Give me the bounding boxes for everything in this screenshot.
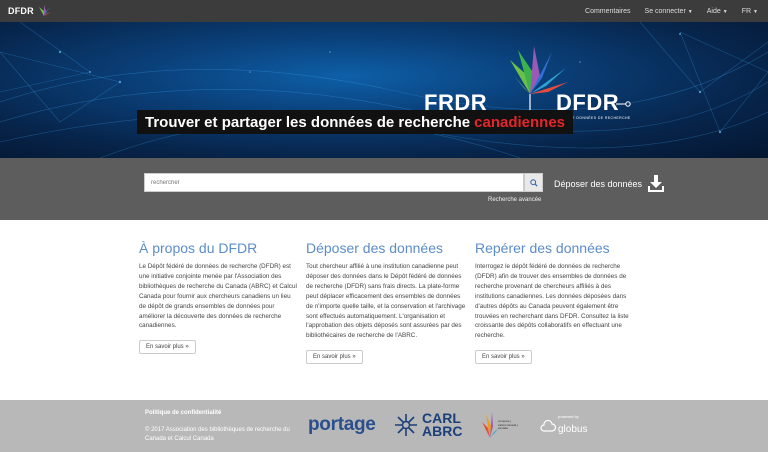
- column-body: Tout chercheur affilié à une institution…: [306, 263, 466, 340]
- carl-star-icon: [395, 414, 417, 436]
- globus-text: powered by globus: [558, 414, 588, 435]
- column-body: Interrogez le dépôt fédéré de données de…: [475, 263, 629, 340]
- nav-login[interactable]: Se connecter ▼: [645, 8, 693, 15]
- nav-language[interactable]: FR ▼: [742, 8, 758, 15]
- column-title: Repérer des données: [475, 240, 610, 256]
- search-button[interactable]: [524, 173, 543, 192]
- advanced-search-link[interactable]: Recherche avancée: [488, 197, 541, 203]
- hero-tagline: Trouver et partager les données de reche…: [137, 110, 574, 134]
- deposit-data-button[interactable]: Déposer des données: [554, 175, 665, 192]
- carl-abrc-text: CARL ABRC: [422, 410, 463, 439]
- learn-more-button[interactable]: En savoir plus »: [139, 340, 196, 355]
- nav-help[interactable]: Aide ▼: [707, 8, 728, 15]
- deposit-column: Déposer des données Tout chercheur affil…: [306, 240, 466, 365]
- carl-abrc-logo[interactable]: CARL ABRC: [394, 410, 463, 439]
- cloud-icon: [540, 419, 556, 432]
- info-columns: À propos du DFDR Le Dépôt fédéré de donn…: [0, 220, 768, 400]
- learn-more-button[interactable]: En savoir plus »: [475, 350, 532, 365]
- logo-text: DFDR: [8, 6, 34, 16]
- deposit-data-label: Déposer des données: [554, 178, 643, 189]
- search-band: Recherche avancée Déposer des données: [0, 158, 768, 220]
- discover-column: Repérer des données Interrogez le dépôt …: [475, 240, 635, 365]
- logo-leaf-icon: [38, 5, 51, 16]
- column-title: Déposer des données: [306, 240, 443, 256]
- site-logo[interactable]: DFDR: [8, 2, 52, 20]
- learn-more-button[interactable]: En savoir plus »: [306, 350, 363, 365]
- hero-banner: FRDR DFDR FEDERATED · RESEARCH · DATA · …: [0, 22, 768, 158]
- top-navbar: DFDR Commentaires Se connecter ▼ Aide ▼ FR…: [0, 0, 768, 22]
- portage-logo[interactable]: portage: [308, 414, 376, 436]
- caret-down-icon: ▼: [687, 8, 693, 15]
- column-body: Le Dépôt fédéré de données de recherche …: [139, 263, 297, 330]
- compute-canada-text: compute | calcul canada | canada: [498, 419, 518, 430]
- search-icon: [529, 178, 538, 187]
- nav-feedback[interactable]: Commentaires: [585, 8, 631, 15]
- tagline-text: Trouver et partager les données de reche…: [145, 113, 471, 131]
- search-input[interactable]: [144, 173, 524, 192]
- compute-canada-icon: [482, 412, 499, 438]
- network-background: [0, 22, 768, 158]
- caret-down-icon: ▼: [722, 8, 728, 15]
- globus-logo[interactable]: powered by globus: [540, 414, 587, 437]
- caret-down-icon: ▼: [753, 8, 758, 15]
- tagline-highlight: canadiennes: [474, 113, 566, 131]
- about-column: À propos du DFDR Le Dépôt fédéré de donn…: [139, 240, 299, 355]
- download-icon: [648, 175, 665, 192]
- column-title: À propos du DFDR: [139, 240, 258, 256]
- compute-canada-logo[interactable]: compute | calcul canada | canada: [480, 410, 518, 445]
- privacy-policy-link[interactable]: Politique de confidentialité: [145, 410, 221, 416]
- footer: Politique de confidentialité © 2017 Asso…: [0, 400, 768, 452]
- copyright-text: © 2017 Association des bibliothèques de …: [145, 427, 290, 442]
